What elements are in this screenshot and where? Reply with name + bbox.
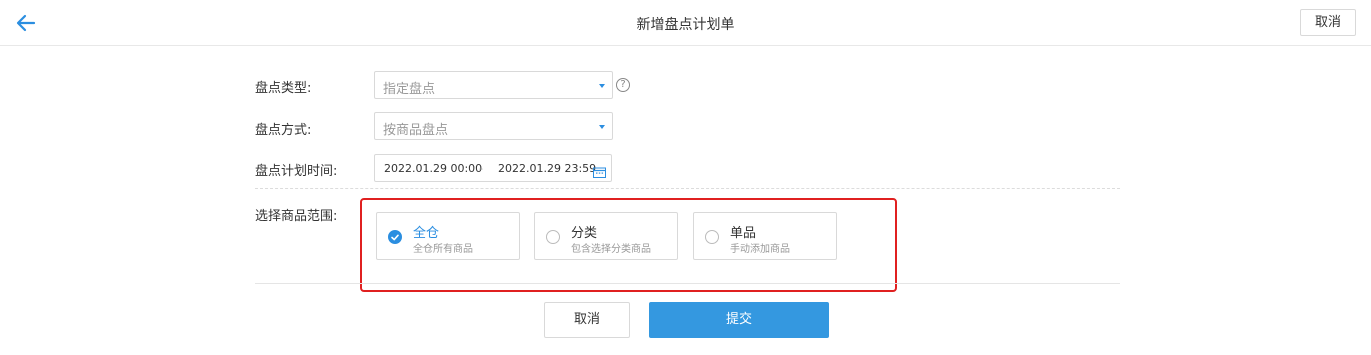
- scope-option-title: 全仓: [413, 226, 440, 241]
- header-cancel-button[interactable]: 取消: [1300, 9, 1356, 36]
- time-label: 盘点计划时间:: [255, 164, 338, 179]
- scope-option-desc: 包含选择分类商品: [571, 244, 651, 255]
- scope-option-desc: 全仓所有商品: [413, 244, 473, 255]
- scope-option-title: 单品: [730, 226, 757, 241]
- submit-button[interactable]: 提交: [649, 302, 829, 338]
- radio-unchecked-icon: [705, 230, 719, 244]
- scope-option-desc: 手动添加商品: [730, 244, 790, 255]
- actions-divider: [255, 283, 1120, 284]
- top-bar: 新增盘点计划单 取消: [0, 0, 1371, 46]
- type-label: 盘点类型:: [255, 81, 312, 96]
- calendar-icon[interactable]: [593, 163, 606, 178]
- help-icon[interactable]: ?: [616, 78, 630, 92]
- form-divider: [255, 188, 1120, 189]
- type-select[interactable]: 指定盘点: [374, 71, 613, 99]
- scope-option-all[interactable]: 全仓 全仓所有商品: [376, 212, 520, 260]
- cancel-button[interactable]: 取消: [544, 302, 630, 338]
- caret-down-icon: [599, 84, 605, 88]
- radio-unchecked-icon: [546, 230, 560, 244]
- method-select[interactable]: 按商品盘点: [374, 112, 613, 140]
- scope-label: 选择商品范围:: [255, 209, 338, 224]
- date-separator: -: [479, 162, 483, 175]
- scope-option-category[interactable]: 分类 包含选择分类商品: [534, 212, 678, 260]
- radio-checked-icon: [388, 230, 402, 244]
- caret-down-icon: [599, 125, 605, 129]
- date-range-picker[interactable]: 2022.01.29 00:00 - 2022.01.29 23:59: [374, 154, 612, 182]
- scope-option-title: 分类: [571, 226, 598, 241]
- method-select-value: 按商品盘点: [383, 123, 449, 138]
- page-title: 新增盘点计划单: [636, 17, 735, 33]
- date-end: 2022.01.29 23:59: [498, 162, 597, 175]
- scope-option-single[interactable]: 单品 手动添加商品: [693, 212, 837, 260]
- type-select-value: 指定盘点: [383, 82, 436, 97]
- method-label: 盘点方式:: [255, 123, 312, 138]
- date-start: 2022.01.29 00:00: [384, 162, 483, 175]
